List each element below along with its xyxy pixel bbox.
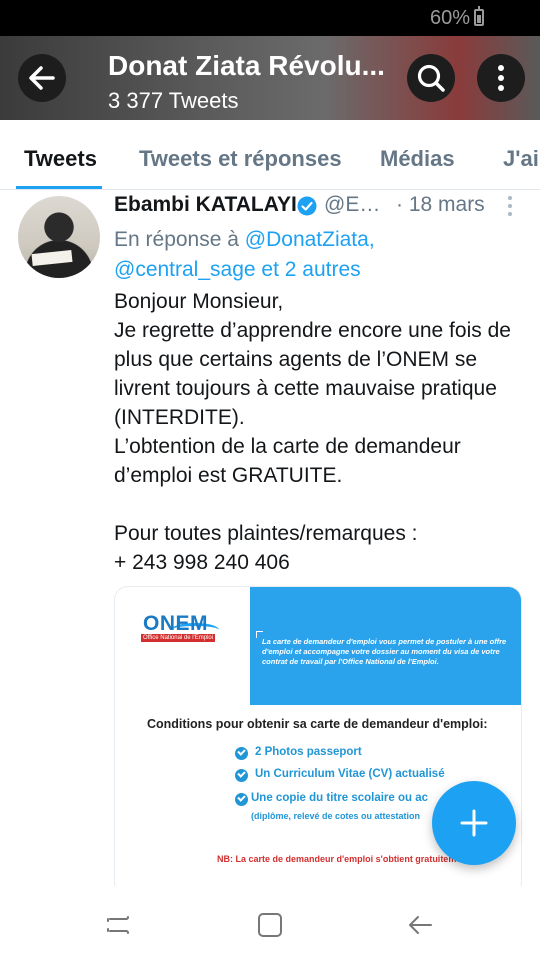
compose-tweet-button[interactable] bbox=[432, 781, 516, 865]
tweet-text-line: + 243 998 240 406 bbox=[114, 551, 290, 574]
tab-tweets[interactable]: Tweets bbox=[24, 146, 97, 172]
condition-item: Un Curriculum Vitae (CV) actualisé bbox=[255, 768, 445, 780]
tweet-text-line: Je regrette d’apprendre encore une fois … bbox=[114, 319, 511, 342]
tweet-text-line: d’emploi est GRATUITE. bbox=[114, 464, 343, 487]
check-icon bbox=[235, 747, 248, 760]
more-options-button[interactable] bbox=[477, 54, 525, 102]
author-name[interactable]: Ebambi KATALAYI bbox=[114, 193, 297, 217]
profile-title: Donat Ziata Révolu... bbox=[108, 50, 385, 81]
note-text: NB: La carte de demandeur d'emploi s'obt… bbox=[217, 854, 470, 864]
more-mentions-link[interactable]: et 2 autres bbox=[261, 258, 360, 281]
reply-prefix: En réponse à bbox=[114, 228, 239, 251]
tweet-text-line: Bonjour Monsieur, bbox=[114, 290, 284, 313]
battery-percentage: 60% bbox=[429, 7, 470, 29]
back-nav-icon[interactable] bbox=[405, 910, 435, 940]
more-vertical-icon bbox=[498, 65, 504, 91]
tweet-count: 3 377 Tweets bbox=[108, 88, 239, 113]
logo-text: ONEM bbox=[143, 612, 208, 635]
avatar[interactable] bbox=[18, 196, 100, 278]
active-tab-indicator bbox=[16, 186, 102, 189]
system-nav-bar bbox=[0, 886, 540, 960]
search-button[interactable] bbox=[407, 54, 455, 102]
mention-link[interactable]: @DonatZiata, bbox=[245, 228, 375, 251]
tweet-text-line: (INTERDITE). bbox=[114, 406, 245, 429]
conditions-title: Conditions pour obtenir sa carte de dema… bbox=[147, 717, 488, 731]
tweet-text-line: livrent toujours à cette mauvaise pratiq… bbox=[114, 377, 497, 400]
tweet-text-line: Pour toutes plaintes/remarques : bbox=[114, 522, 418, 545]
tweet-author-row: Ebambi KATALAYI @Eb... · 18 mars bbox=[114, 193, 524, 223]
search-icon bbox=[417, 64, 445, 92]
status-bar: 60% bbox=[0, 0, 540, 36]
condition-detail: (diplôme, relevé de cotes ou attestation bbox=[251, 811, 421, 821]
condition-item: 2 Photos passeport bbox=[255, 746, 362, 758]
back-arrow-icon bbox=[29, 66, 55, 90]
tweet-date: · 18 mars bbox=[396, 193, 485, 216]
tweet-options-icon[interactable] bbox=[506, 195, 514, 217]
tweet-text: Bonjour Monsieur, Je regrette d’apprendr… bbox=[114, 287, 530, 577]
panel-text: La carte de demandeur d'emploi vous perm… bbox=[262, 637, 507, 666]
tab-likes[interactable]: J'aime bbox=[503, 146, 540, 172]
tweet-text-line bbox=[114, 490, 530, 519]
author-handle: @Eb... bbox=[324, 193, 388, 216]
check-icon bbox=[235, 793, 248, 806]
profile-header: Donat Ziata Révolu... 3 377 Tweets bbox=[0, 36, 540, 120]
home-icon[interactable] bbox=[255, 910, 285, 940]
verified-badge-icon bbox=[297, 196, 317, 216]
condition-item: Une copie du titre scolaire ou ac bbox=[251, 792, 429, 804]
logo-subtext: Office National de l'Emploi bbox=[141, 634, 216, 642]
back-button[interactable] bbox=[18, 54, 66, 102]
tweet-text-line: plus que certains agents de l’ONEM se bbox=[114, 348, 478, 371]
tab-media[interactable]: Médias bbox=[380, 146, 455, 172]
battery-icon bbox=[474, 6, 484, 26]
tab-tweets-and-replies[interactable]: Tweets et réponses bbox=[139, 146, 342, 172]
mention-link[interactable]: @central_sage bbox=[114, 258, 256, 281]
tweet-text-line: L’obtention de la carte de demandeur bbox=[114, 435, 461, 458]
avatar-detail bbox=[31, 249, 73, 267]
info-panel: La carte de demandeur d'emploi vous perm… bbox=[250, 587, 521, 705]
reply-context: En réponse à @DonatZiata, @central_sage … bbox=[114, 225, 524, 285]
recent-apps-icon[interactable] bbox=[104, 910, 134, 940]
profile-tabs: Tweets Tweets et réponses Médias J'aime bbox=[0, 120, 540, 190]
check-icon bbox=[235, 769, 248, 782]
plus-icon bbox=[460, 809, 488, 837]
